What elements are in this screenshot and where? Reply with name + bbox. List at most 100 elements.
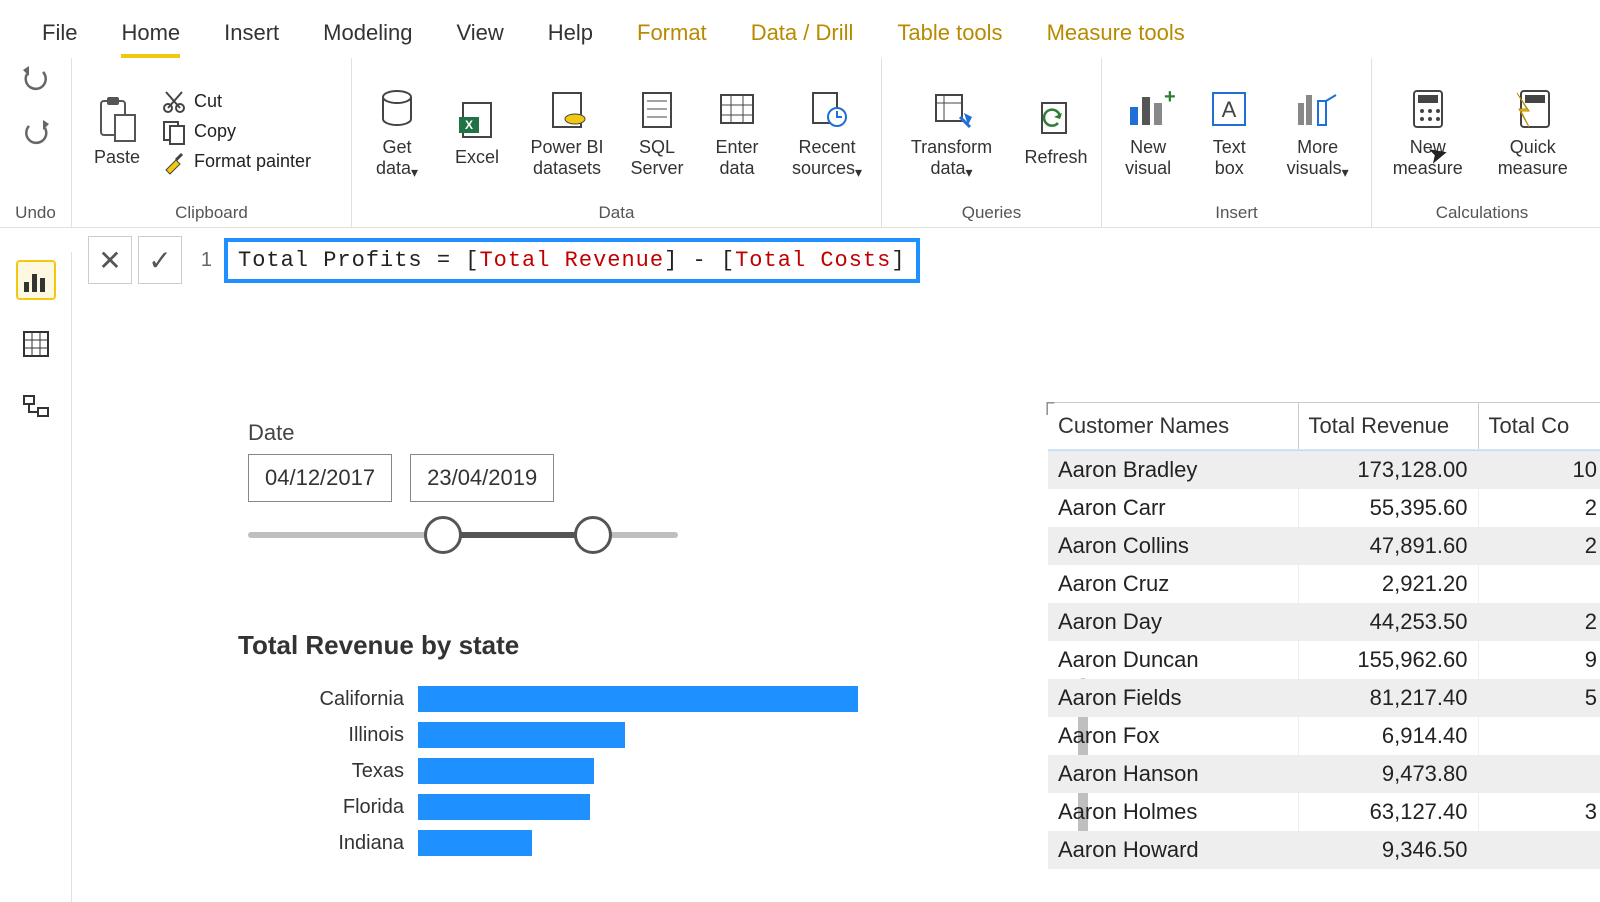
table-row[interactable]: Aaron Holmes 63,127.40 3 [1048, 793, 1600, 831]
menu-measuretools[interactable]: Measure tools [1025, 14, 1207, 58]
copy-button[interactable]: Copy [162, 120, 311, 144]
chart-icon: + [1124, 85, 1172, 133]
group-label-undo: Undo [10, 199, 61, 223]
bar-row[interactable]: Illinois [238, 717, 1058, 753]
formula-ref1: Total Revenue [479, 248, 664, 273]
sql-icon [633, 85, 681, 133]
table-row[interactable]: Aaron Bradley 173,128.00 10 [1048, 450, 1600, 489]
col-revenue[interactable]: Total Revenue [1298, 403, 1478, 451]
formula-rb1: ] [664, 248, 678, 273]
paste-label: Paste [94, 147, 140, 168]
bar-label: California [238, 688, 418, 711]
slider-handle-start[interactable] [424, 516, 462, 554]
bar-row[interactable]: Indiana [238, 825, 1058, 861]
undo-icon[interactable] [21, 64, 51, 98]
cell-cost [1478, 755, 1600, 793]
newmeasure-button[interactable]: New measure [1382, 85, 1473, 178]
bar-row[interactable]: Texas [238, 753, 1058, 789]
excel-button[interactable]: X Excel [442, 95, 512, 168]
col-costs[interactable]: Total Co [1478, 403, 1600, 451]
morevisuals-button[interactable]: More visuals▾ [1274, 85, 1361, 178]
bar-fill [418, 722, 625, 748]
bar-row[interactable]: California [238, 681, 1058, 717]
group-label-data: Data [362, 199, 871, 223]
menu-modeling[interactable]: Modeling [301, 14, 434, 58]
quickmeasure-button[interactable]: Quick measure [1483, 85, 1582, 178]
cell-cost: 3 [1478, 793, 1600, 831]
menu-insert[interactable]: Insert [202, 14, 301, 58]
sql-button[interactable]: SQL Server [622, 85, 692, 178]
table-row[interactable]: Aaron Collins 47,891.60 2 [1048, 527, 1600, 565]
cell-cost: 9 [1478, 641, 1600, 679]
textbox-button[interactable]: A Text box [1194, 85, 1264, 178]
formula-eq: = [423, 248, 466, 273]
pbids-button[interactable]: Power BI datasets [522, 85, 612, 178]
customer-table[interactable]: ┌ Customer Names Total Revenue Total Co … [1048, 402, 1600, 869]
formula-cancel-button[interactable]: ✕ [88, 236, 132, 284]
data-view-tab[interactable] [18, 326, 54, 362]
formatpainter-label: Format painter [194, 151, 311, 172]
table-row[interactable]: Aaron Carr 55,395.60 2 [1048, 489, 1600, 527]
bar-label: Indiana [238, 832, 418, 855]
cell-revenue: 47,891.60 [1298, 527, 1478, 565]
menu-help[interactable]: Help [526, 14, 615, 58]
date-slicer[interactable]: Date 04/12/2017 23/04/2019 [248, 420, 678, 538]
table-row[interactable]: Aaron Howard 9,346.50 [1048, 831, 1600, 869]
menu-home[interactable]: Home [99, 14, 202, 58]
col-customer[interactable]: Customer Names [1048, 403, 1298, 451]
bar-fill [418, 686, 858, 712]
formula-lb2: [ [721, 248, 735, 273]
formula-line-number: 1 [188, 249, 218, 272]
cell-revenue: 2,921.20 [1298, 565, 1478, 603]
report-canvas: Date 04/12/2017 23/04/2019 Total Revenue… [88, 300, 1600, 900]
table-row[interactable]: Aaron Duncan 155,962.60 9 [1048, 641, 1600, 679]
newvisual-button[interactable]: + New visual [1112, 85, 1184, 178]
table-row[interactable]: Aaron Fox 6,914.40 [1048, 717, 1600, 755]
paste-button[interactable]: Paste [82, 95, 152, 168]
formula-measure-name: Total Profits [238, 248, 423, 273]
group-label-insert: Insert [1112, 199, 1361, 223]
bar-row[interactable]: Florida [238, 789, 1058, 825]
pbids-icon [543, 85, 591, 133]
formatpainter-button[interactable]: Format painter [162, 150, 311, 174]
enterdata-button[interactable]: Enter data [702, 85, 772, 178]
model-view-tab[interactable] [18, 390, 54, 426]
recent-label: Recent sources [792, 137, 856, 178]
formula-input[interactable]: Total Profits = [Total Revenue] - [Total… [224, 238, 920, 283]
cell-cost [1478, 831, 1600, 869]
table-row[interactable]: Aaron Cruz 2,921.20 [1048, 565, 1600, 603]
revenue-by-state-chart[interactable]: Total Revenue by state California Illino… [238, 630, 1058, 861]
textbox-label: Text box [1200, 137, 1258, 178]
cell-cost: 10 [1478, 450, 1600, 489]
slider-handle-end[interactable] [574, 516, 612, 554]
menu-datadrill[interactable]: Data / Drill [729, 14, 876, 58]
menu-view[interactable]: View [434, 14, 525, 58]
menu-tabletools[interactable]: Table tools [875, 14, 1024, 58]
cell-cost: 2 [1478, 489, 1600, 527]
table-row[interactable]: Aaron Fields 81,217.40 5 [1048, 679, 1600, 717]
bar-fill [418, 830, 532, 856]
refresh-button[interactable]: Refresh [1021, 95, 1091, 168]
cell-name: Aaron Holmes [1048, 793, 1298, 831]
svg-text:+: + [1164, 86, 1176, 108]
formula-accept-button[interactable]: ✓ [138, 236, 182, 284]
slicer-end-input[interactable]: 23/04/2019 [410, 454, 554, 502]
slicer-start-input[interactable]: 04/12/2017 [248, 454, 392, 502]
getdata-label: Get data [376, 137, 412, 178]
table-row[interactable]: Aaron Day 44,253.50 2 [1048, 603, 1600, 641]
ribbon: Undo Paste Cut [0, 58, 1600, 228]
textbox-icon: A [1205, 85, 1253, 133]
transform-button[interactable]: Transform data▾ [892, 85, 1011, 178]
cell-revenue: 81,217.40 [1298, 679, 1478, 717]
slicer-slider[interactable] [248, 532, 678, 538]
getdata-button[interactable]: Get data▾ [362, 85, 432, 178]
cell-revenue: 44,253.50 [1298, 603, 1478, 641]
cut-label: Cut [194, 91, 222, 112]
table-row[interactable]: Aaron Hanson 9,473.80 [1048, 755, 1600, 793]
menu-format[interactable]: Format [615, 14, 729, 58]
report-view-tab[interactable] [18, 262, 54, 298]
recent-button[interactable]: Recent sources▾ [782, 85, 872, 178]
redo-icon[interactable] [21, 118, 51, 152]
cut-button[interactable]: Cut [162, 90, 311, 114]
menu-file[interactable]: File [20, 14, 99, 58]
